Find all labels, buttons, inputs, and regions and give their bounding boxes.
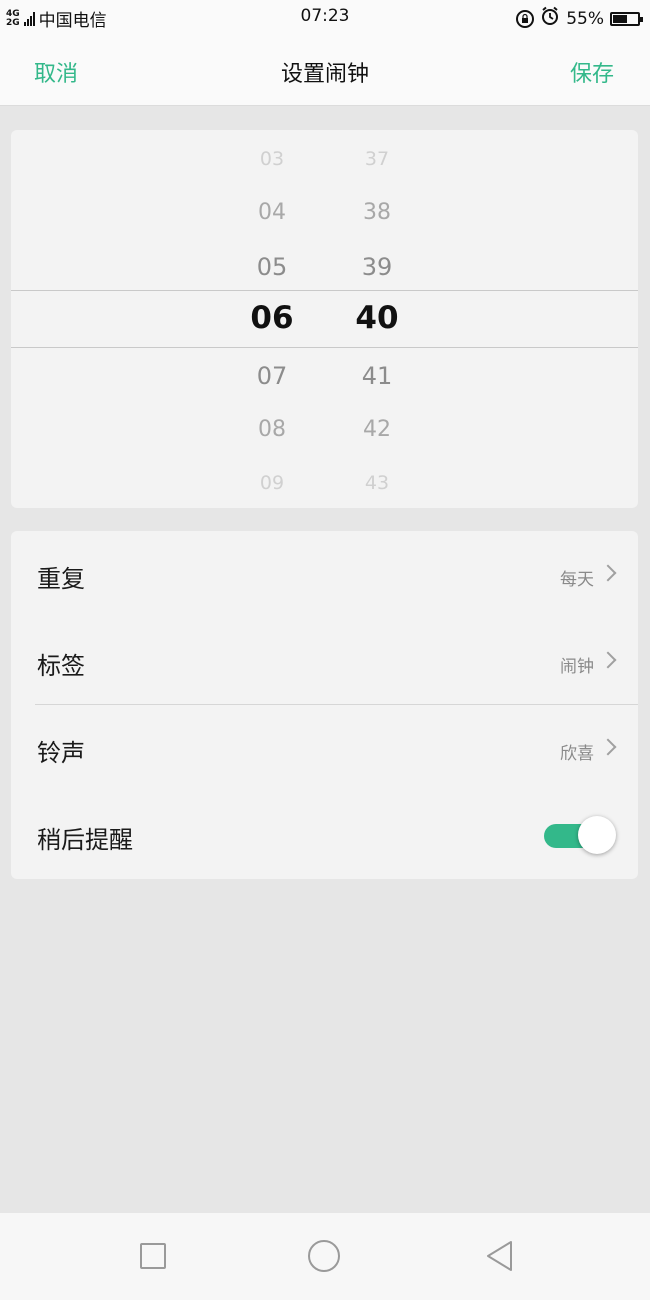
repeat-value: 每天 [560,570,594,590]
nav-home-icon[interactable] [308,1240,340,1272]
ringtone-label: 铃声 [37,739,85,767]
hour-option[interactable]: 03 [232,148,312,170]
status-bar: 4G 2G 中国电信 07:23 55% [0,0,650,34]
settings-list: 重复 每天 标签 闹钟 铃声 欣喜 稍后提醒 [11,531,638,879]
selected-minute-option[interactable]: 40 [337,300,417,336]
minute-option[interactable]: 41 [337,362,417,390]
ringtone-row[interactable]: 铃声 欣喜 [11,705,638,792]
header-bar: 取消 设置闹钟 保存 [0,34,650,106]
save-button[interactable]: 保存 [570,56,614,88]
battery-fill [613,14,628,23]
toggle-knob [578,816,616,854]
minute-option[interactable]: 43 [337,472,417,494]
hour-option[interactable]: 04 [232,200,312,225]
minute-option[interactable]: 42 [337,417,417,442]
chevron-right-icon [599,738,617,756]
label-value: 闹钟 [560,657,594,677]
hour-option[interactable]: 08 [232,417,312,442]
navigation-bar [0,1213,650,1300]
hour-option[interactable]: 07 [232,362,312,390]
time-picker[interactable]: 03 04 05 06 07 08 09 37 38 39 40 41 42 43 [11,130,638,508]
alarm-icon [540,6,560,31]
battery-icon [610,11,643,26]
nav-recents-icon[interactable] [140,1243,166,1269]
selection-band [11,290,638,348]
repeat-label: 重复 [37,565,85,593]
lock-rotation-icon [516,9,535,28]
chevron-right-icon [599,564,617,582]
battery-percent: 55% [566,8,604,29]
hour-option[interactable]: 05 [232,253,312,281]
label-row[interactable]: 标签 闹钟 [11,618,638,705]
chevron-right-icon [599,651,617,669]
label-label: 标签 [37,652,85,680]
nav-back-icon[interactable] [484,1239,514,1273]
selected-hour-option[interactable]: 06 [232,300,312,336]
snooze-toggle[interactable] [544,816,616,854]
page-title: 设置闹钟 [280,62,369,87]
minute-option[interactable]: 37 [337,148,417,170]
hour-option[interactable]: 09 [232,472,312,494]
snooze-label: 稍后提醒 [37,826,133,854]
minute-option[interactable]: 39 [337,253,417,281]
repeat-row[interactable]: 重复 每天 [11,531,638,618]
minute-option[interactable]: 38 [337,200,417,225]
status-right: 55% [516,6,643,31]
ringtone-value: 欣喜 [560,744,594,764]
snooze-row: 稍后提醒 [11,792,638,879]
